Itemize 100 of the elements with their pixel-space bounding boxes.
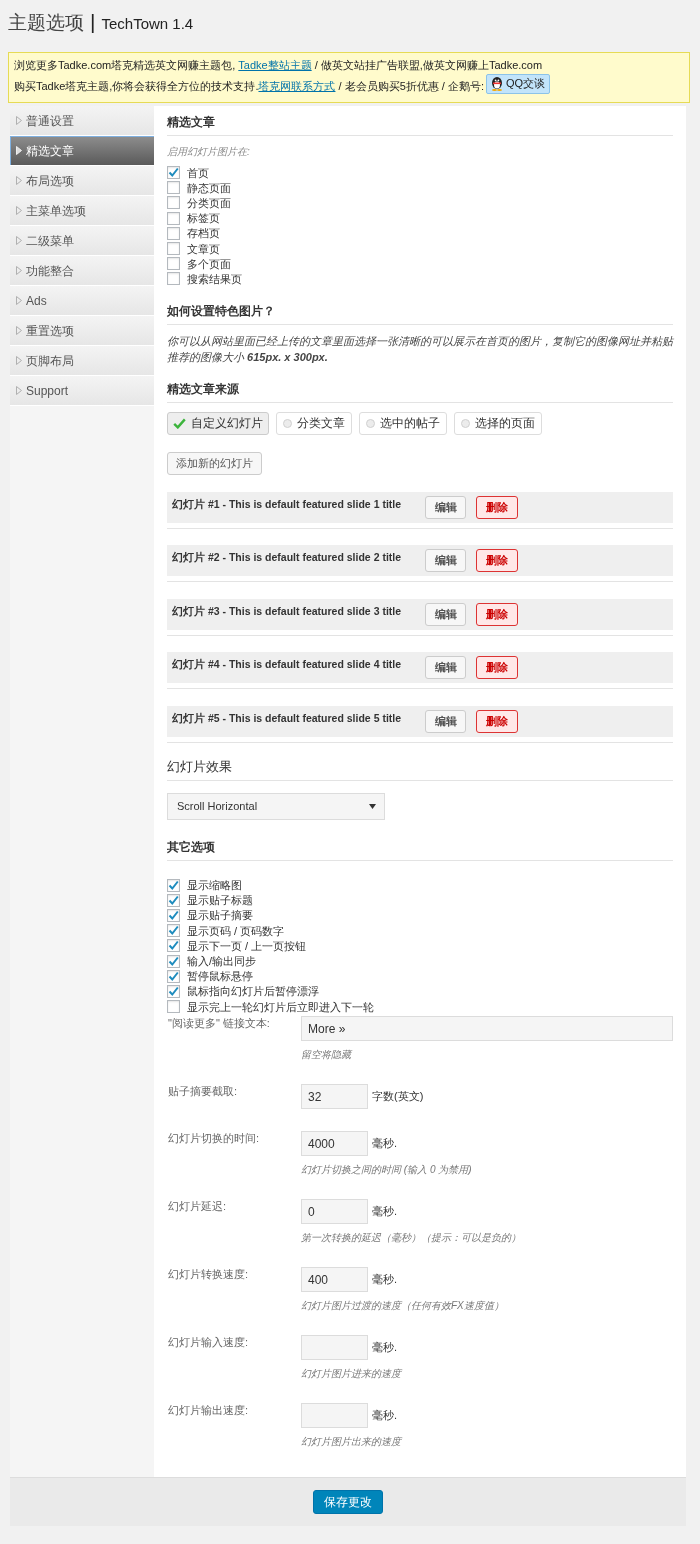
checkbox-label: 存档页 [187,226,220,241]
checkbox-label: 显示完上一轮幻灯片后立即进入下一轮 [187,999,374,1014]
field-label: 幻灯片转换速度: [167,1267,250,1282]
info-paragraph: 你可以从网站里面已经上传的文章里面选择一张清晰的可以展示在首页的图片，复制它的图像网址并粘贴推荐的图像大小 615px. x 300px. [167,333,673,365]
text-field[interactable]: 0 [301,1199,368,1225]
triangle-icon [16,266,22,275]
checkbox[interactable] [167,893,180,907]
checkbox-label: 搜索结果页 [187,271,242,286]
delete-button[interactable]: 删除 [476,549,518,572]
unit-label: 字数(英文) [372,1089,424,1105]
checkbox[interactable] [167,878,180,892]
edit-button[interactable]: 编辑 [425,656,466,679]
delete-button[interactable]: 删除 [476,495,518,519]
checkbox[interactable] [167,211,180,225]
field-label: 贴子摘要截取: [167,1084,239,1099]
checkbox-label: 输入/输出同步 [187,954,257,969]
title-separator: | [90,9,96,35]
source-option[interactable]: 分类文章 [276,411,352,435]
checkbox-label: 显示页码 / 页码数字 [187,923,285,938]
section-heading: 其它选项 [167,838,215,855]
checkbox[interactable] [167,969,180,983]
field-label: 幻灯片输出速度: [167,1403,250,1418]
delete-button[interactable]: 删除 [476,709,518,733]
edit-button[interactable]: 编辑 [425,495,466,519]
checkbox[interactable] [167,939,180,953]
triangle-icon [16,386,22,395]
delete-button[interactable]: 删除 [476,602,518,626]
checkbox-label: 首页 [187,165,209,180]
checkbox[interactable] [167,1000,180,1014]
effect-select[interactable]: Scroll Horizontal [167,792,385,820]
section-note: 启用幻灯片图片在: [167,145,250,159]
check-icon [173,417,186,429]
triangle-icon [16,146,22,155]
checkbox[interactable] [167,226,180,240]
source-option[interactable]: 选中的帖子 [359,411,447,435]
unit-label: 毫秒. [372,1272,398,1288]
add-slide-button[interactable]: 添加新的幻灯片 [167,451,262,475]
slide-title: 幻灯片 #3 - This is default featured slide 3 title [172,603,403,618]
checkbox-label: 静态页面 [187,180,231,195]
checkbox[interactable] [167,924,180,938]
checkbox[interactable] [167,181,180,195]
notice-text: 购买Tadke塔克主题,你将会获得全方位的技术支持.塔克网联系方式 / 老会员购买5折优惠 / 企鹅号: [14,79,484,95]
triangle-icon [16,296,22,305]
page-title: 主题选项 [8,11,84,35]
unit-label: 毫秒. [372,1340,398,1356]
source-option[interactable]: 选择的页面 [454,411,542,435]
checkbox[interactable] [167,954,180,968]
field-hint: 幻灯片图片进来的速度 [301,1367,401,1382]
text-field[interactable]: 32 [301,1084,368,1110]
checkbox-label: 鼠标指向幻灯片后暂停漂浮 [187,984,319,999]
checkbox[interactable] [167,984,180,998]
edit-button[interactable]: 编辑 [425,602,466,626]
text-field[interactable]: 4000 [301,1131,368,1157]
qq-chat-button[interactable]: QQ交谈 [486,73,551,94]
checkbox-label: 文章页 [187,241,220,256]
text-field[interactable]: 400 [301,1267,368,1293]
field-hint: 第一次转换的延迟（毫秒）（提示：可以是负的） [301,1231,521,1246]
checkbox-label: 分类页面 [187,195,231,210]
checkbox[interactable] [167,196,180,210]
checkbox[interactable] [167,242,180,256]
save-button[interactable]: 保存更改 [313,1490,383,1515]
edit-button[interactable]: 编辑 [425,549,466,572]
checkbox-label: 显示缩略图 [187,878,242,893]
triangle-icon [16,236,22,245]
field-hint: 幻灯片图片出来的速度 [301,1435,401,1450]
sidebar-item[interactable]: 精选文章 [10,136,154,166]
checkbox[interactable] [167,908,180,922]
triangle-icon [16,176,22,185]
slide-title: 幻灯片 #5 - This is default featured slide 5 title [172,710,403,725]
notice-link[interactable]: 塔克网联系方式 [258,80,336,93]
edit-button[interactable]: 编辑 [425,709,466,733]
checkbox-label: 显示贴子摘要 [187,908,253,923]
unit-label: 毫秒. [372,1136,398,1152]
checkbox[interactable] [167,166,180,180]
caret-icon [369,803,376,809]
checkbox[interactable] [167,272,180,286]
section-heading: 精选文章来源 [167,380,239,397]
checkbox-label: 多个页面 [187,256,231,271]
text-field[interactable]: More » [301,1016,673,1042]
theme-name: TechTown 1.4 [101,14,194,34]
checkbox-label: 显示贴子标题 [187,893,253,908]
slide-title: 幻灯片 #1 - This is default featured slide 1 title [172,496,403,511]
slide-title: 幻灯片 #2 - This is default featured slide 2 title [172,550,403,564]
field-label: 幻灯片切换的时间: [167,1131,261,1146]
radio-icon [283,418,292,428]
triangle-icon [16,356,22,365]
source-option[interactable]: 自定义幻灯片 [167,411,269,435]
field-hint: 留空将隐藏 [301,1048,351,1063]
radio-icon [461,418,470,428]
field-hint: 幻灯片切换之间的时间 (输入 0 为禁用) [301,1163,472,1178]
text-field[interactable] [301,1403,368,1429]
field-hint: 幻灯片图片过渡的速度（任何有效FX速度值） [301,1299,504,1314]
text-field[interactable] [301,1335,368,1361]
radio-icon [366,418,375,428]
delete-button[interactable]: 删除 [476,656,518,679]
notice-link[interactable]: Tadke整站主题 [238,59,312,72]
section-heading: 如何设置特色图片？ [167,302,275,319]
section-heading: 精选文章 [167,114,215,130]
checkbox-label: 暂停鼠标悬停 [187,969,253,984]
checkbox[interactable] [167,257,180,271]
